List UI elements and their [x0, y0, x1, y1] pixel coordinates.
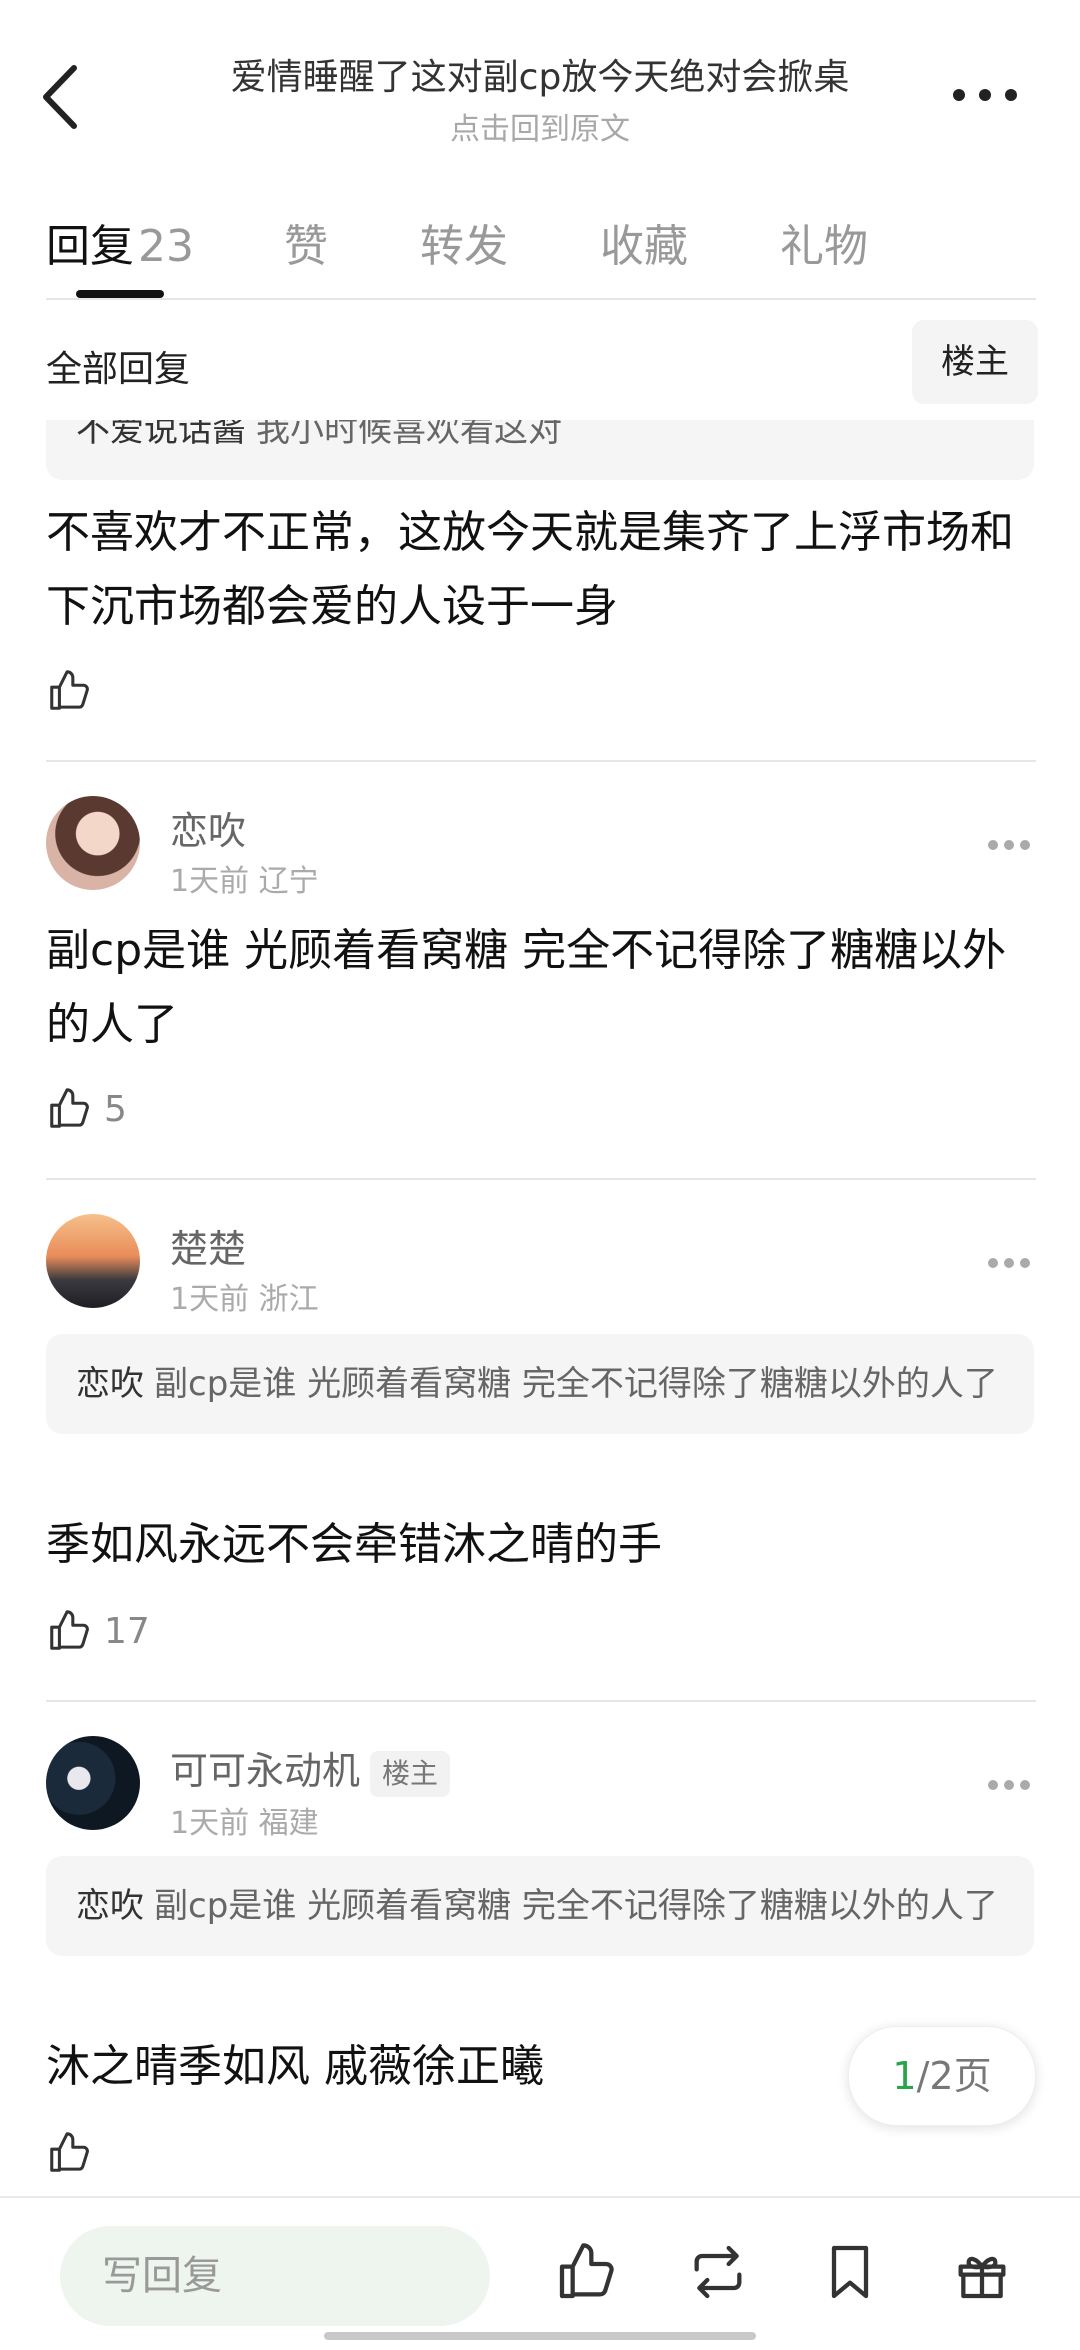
quoted-username: 不爱说话酱	[76, 420, 246, 450]
avatar[interactable]	[46, 796, 140, 890]
home-indicator	[324, 2332, 756, 2340]
quoted-text: 副cp是谁 光顾着看窝糖 完全不记得除了糖糖以外的人了	[154, 1364, 998, 1404]
tab-replies-count: 23	[138, 221, 194, 272]
comment-text: 副cp是谁 光顾着看窝糖 完全不记得除了糖糖以外的人了	[46, 925, 1007, 1050]
comment-meta: 1天前 辽宁	[170, 864, 319, 899]
like-count: 5	[104, 1088, 127, 1130]
quoted-username: 恋吹	[76, 1364, 144, 1404]
thumbs-up-icon	[50, 670, 89, 710]
username-row: 可可永动机 楼主	[170, 1740, 451, 1797]
more-options-icon[interactable]	[986, 838, 1032, 852]
tab-replies[interactable]: 回复23	[46, 210, 194, 274]
tab-gifts[interactable]: 礼物	[780, 210, 868, 274]
tab-reposts[interactable]: 转发	[420, 210, 508, 274]
repost-icon[interactable]	[686, 2240, 750, 2304]
thumbs-up-icon	[50, 1088, 89, 1128]
comment-meta: 1天前 浙江	[170, 1282, 319, 1317]
all-replies-label[interactable]: 全部回复	[46, 340, 190, 392]
comment-text: 沐之晴季如风 戚薇徐正曦	[46, 2041, 544, 2092]
current-page: 1	[892, 2054, 917, 2098]
tab-likes[interactable]: 赞	[284, 210, 328, 274]
like-button[interactable]	[46, 666, 92, 716]
total-pages: /2页	[916, 2054, 992, 2098]
thumbs-up-icon	[50, 2132, 89, 2172]
username[interactable]: 楚楚	[170, 1218, 246, 1273]
comment-text: 不喜欢才不正常，这放今天就是集齐了上浮市场和下沉市场都会爱的人设于一身	[46, 507, 1014, 632]
quoted-reply[interactable]: 恋吹 副cp是谁 光顾着看窝糖 完全不记得除了糖糖以外的人了	[46, 1856, 1034, 1956]
like-button[interactable]: 17	[46, 1606, 150, 1656]
quoted-text: 副cp是谁 光顾着看窝糖 完全不记得除了糖糖以外的人了	[154, 1886, 998, 1926]
top-nav-bar: 爱情睡醒了这对副cp放今天绝对会掀桌 点击回到原文	[0, 0, 1080, 180]
op-badge: 楼主	[370, 1750, 451, 1797]
avatar[interactable]	[46, 1214, 140, 1308]
chevron-left-icon[interactable]	[40, 62, 80, 132]
more-options-icon[interactable]	[986, 1778, 1032, 1792]
tab-divider	[46, 298, 1036, 300]
username[interactable]: 可可永动机	[170, 1749, 360, 1793]
bottom-action-bar: 写回复	[0, 2196, 1080, 2350]
post-title[interactable]: 爱情睡醒了这对副cp放今天绝对会掀桌	[150, 48, 930, 100]
quoted-text: 我小时候喜欢看这对	[256, 420, 562, 450]
like-button[interactable]	[46, 2128, 92, 2178]
op-only-filter-button[interactable]: 楼主	[912, 320, 1038, 404]
thumbs-up-icon	[50, 1610, 89, 1650]
more-options-icon[interactable]	[986, 1256, 1032, 1270]
bookmark-icon[interactable]	[818, 2240, 882, 2304]
quoted-username: 恋吹	[76, 1886, 144, 1926]
comment-meta: 1天前 福建	[170, 1806, 319, 1841]
quoted-reply: 不爱说话酱 我小时候喜欢看这对	[46, 420, 1034, 480]
reply-input[interactable]: 写回复	[60, 2226, 490, 2326]
page-indicator-button[interactable]: 1/2页	[848, 2026, 1036, 2126]
active-tab-indicator	[76, 290, 164, 298]
tab-favorites[interactable]: 收藏	[600, 210, 688, 274]
comment-divider	[46, 1178, 1036, 1180]
avatar[interactable]	[46, 1736, 140, 1830]
gift-icon[interactable]	[950, 2240, 1014, 2304]
like-button[interactable]: 5	[46, 1084, 127, 1134]
tab-bar: 回复23 赞 转发 收藏 礼物	[0, 200, 1080, 300]
like-count: 17	[104, 1610, 150, 1652]
comment-divider	[46, 1700, 1036, 1702]
partial-quote-clip: 不爱说话酱 我小时候喜欢看这对	[0, 420, 1080, 480]
comment-divider	[46, 760, 1036, 762]
comment-text: 季如风永远不会牵错沐之晴的手	[46, 1519, 662, 1570]
more-horizontal-icon[interactable]	[950, 80, 1020, 110]
thumbs-up-icon[interactable]	[554, 2240, 618, 2304]
quoted-reply[interactable]: 恋吹 副cp是谁 光顾着看窝糖 完全不记得除了糖糖以外的人了	[46, 1334, 1034, 1434]
tab-replies-label: 回复	[46, 221, 134, 272]
back-to-post-link[interactable]: 点击回到原文	[150, 104, 930, 148]
username[interactable]: 恋吹	[170, 800, 246, 855]
